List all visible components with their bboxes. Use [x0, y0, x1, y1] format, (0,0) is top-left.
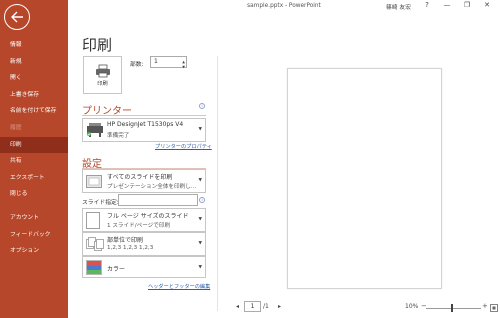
layout-label: フル ページ サイズのスライド — [107, 213, 189, 220]
help-button[interactable]: ? — [420, 1, 434, 9]
color-dropdown[interactable]: カラー ▼ — [82, 256, 206, 278]
nav-info[interactable]: 情報 — [0, 37, 68, 54]
page-number-input[interactable]: 1 — [244, 301, 261, 312]
zoom-in-button[interactable]: + — [482, 302, 488, 310]
chevron-down-icon: ▼ — [198, 178, 202, 183]
copies-value: 1 — [154, 58, 158, 65]
printer-icon — [95, 64, 110, 77]
nav-options[interactable]: オプション — [0, 243, 68, 260]
print-range-desc: プレゼンテーション全体を印刷し... — [107, 184, 197, 190]
info-icon[interactable]: i — [199, 103, 205, 109]
print-range-label: すべてのスライドを印刷 — [107, 174, 173, 181]
print-range-dropdown[interactable]: すべてのスライドを印刷 プレゼンテーション全体を印刷し... ▼ — [82, 169, 206, 193]
printer-section-divider — [82, 115, 206, 116]
chevron-down-icon: ▼ — [198, 265, 202, 270]
print-preview-page — [287, 68, 442, 289]
printer-device-icon — [87, 123, 103, 137]
collate-dropdown[interactable]: 部単位で印刷 1,2,3 1,2,3 1,2,3 ▼ — [82, 232, 206, 256]
print-button-label: 印刷 — [97, 80, 108, 87]
slides-icon — [86, 175, 102, 188]
nav-share[interactable]: 共有 — [0, 153, 68, 170]
account-name[interactable]: 篠崎 友宏 — [386, 2, 411, 11]
backstage-sidebar: 情報 新規 開く 上書き保存 名前を付けて保存 履歴 印刷 共有 エクスポート … — [0, 0, 68, 318]
title-bar: sample.pptx - PowerPoint 篠崎 友宏 ? — ❐ ✕ — [68, 0, 500, 14]
nav-export[interactable]: エクスポート — [0, 170, 68, 187]
prev-page-button[interactable]: ◂ — [236, 303, 239, 310]
info-icon[interactable]: i — [199, 197, 205, 203]
layout-dropdown[interactable]: フル ページ サイズのスライド 1 スライド/ページで印刷 ▼ — [82, 208, 206, 232]
collate-icon — [86, 237, 104, 251]
printer-name: HP DesignJet T1530ps V4 — [107, 121, 184, 128]
next-page-button[interactable]: ▸ — [278, 303, 281, 310]
nav-feedback[interactable]: フィードバック — [0, 227, 68, 244]
restore-button[interactable]: ❐ — [460, 1, 474, 9]
slide-spec-input[interactable] — [118, 194, 198, 206]
nav-print[interactable]: 印刷 — [0, 136, 68, 154]
chevron-down-icon: ▼ — [198, 241, 202, 246]
page-title: 印刷 — [82, 36, 113, 54]
nav-save[interactable]: 上書き保存 — [0, 87, 68, 104]
chevron-down-icon: ▼ — [198, 217, 202, 222]
zoom-level[interactable]: 10% — [405, 303, 418, 310]
collate-desc: 1,2,3 1,2,3 1,2,3 — [107, 245, 154, 251]
panel-divider — [217, 56, 218, 311]
slide-spec-label: スライド指定: — [82, 200, 119, 206]
back-button[interactable] — [4, 4, 30, 30]
fit-page-icon[interactable] — [490, 304, 498, 312]
nav-save-as[interactable]: 名前を付けて保存 — [0, 103, 68, 120]
chevron-down-icon: ▼ — [198, 127, 202, 132]
print-button[interactable]: 印刷 — [83, 56, 122, 94]
printer-properties-link[interactable]: プリンターのプロパティ — [155, 143, 212, 150]
zoom-slider[interactable] — [426, 308, 481, 309]
arrow-left-icon — [11, 11, 23, 23]
window-title: sample.pptx - PowerPoint — [247, 3, 321, 9]
nav-history: 履歴 — [10, 124, 22, 131]
nav-open[interactable]: 開く — [0, 70, 68, 87]
header-footer-link[interactable]: ヘッダーとフッターの編集 — [148, 283, 210, 290]
zoom-slider-thumb[interactable] — [451, 304, 453, 312]
spin-down-icon[interactable]: ▼ — [182, 62, 185, 72]
nav-close[interactable]: 閉じる — [0, 186, 68, 203]
full-page-slide-icon — [86, 212, 100, 229]
nav-new[interactable]: 新規 — [0, 54, 68, 71]
close-window-button[interactable]: ✕ — [480, 1, 494, 9]
color-icon — [86, 260, 102, 275]
nav-account[interactable]: アカウント — [0, 210, 68, 227]
printer-status: 準備完了 — [107, 133, 130, 139]
layout-desc: 1 スライド/ページで印刷 — [107, 223, 171, 229]
copies-label: 部数: — [130, 62, 144, 68]
page-total: /1 — [263, 303, 269, 310]
printer-dropdown[interactable]: HP DesignJet T1530ps V4 準備完了 ▼ — [82, 118, 206, 142]
collate-label: 部単位で印刷 — [107, 237, 144, 244]
copies-input[interactable]: 1 ▲ ▼ — [150, 56, 187, 69]
color-label: カラー — [107, 266, 126, 273]
minimize-button[interactable]: — — [440, 1, 454, 9]
